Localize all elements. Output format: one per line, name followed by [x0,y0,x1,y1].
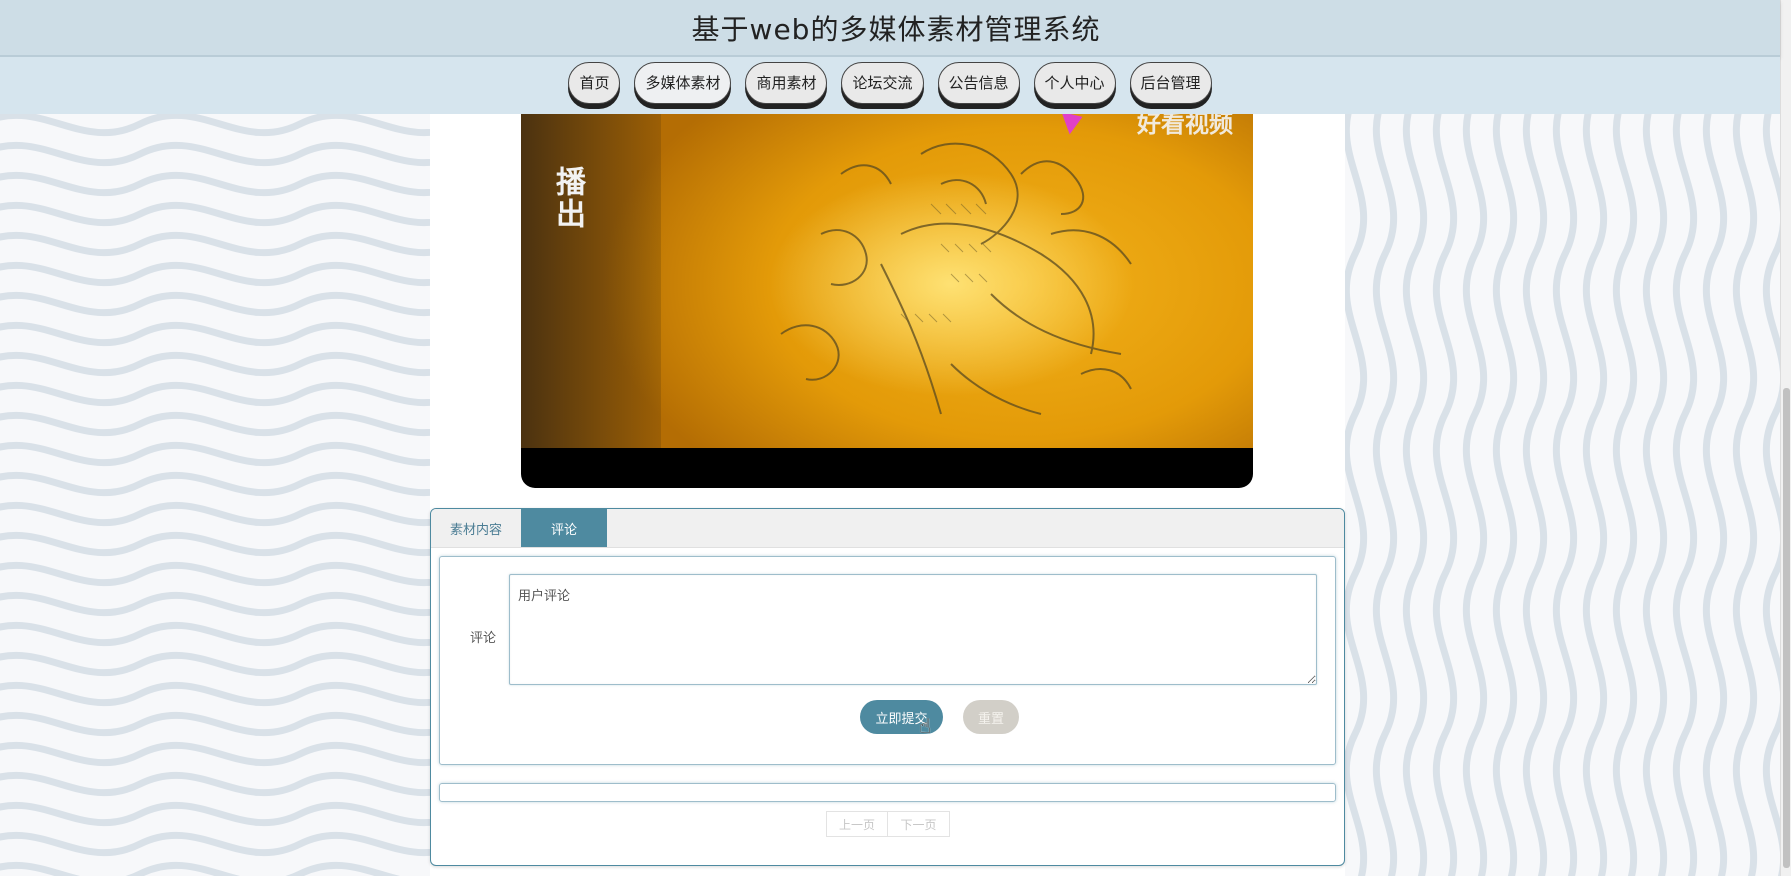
nav-item-profile[interactable]: 个人中心 [1033,61,1116,104]
submit-button[interactable]: 立即提交 [860,700,943,734]
video-caption: 播出 [550,166,585,230]
next-page-button[interactable]: 下一页 [888,811,950,837]
background-wave-left [0,114,430,876]
nav-item-admin[interactable]: 后台管理 [1129,61,1212,104]
page-scrollbar[interactable] [1780,0,1791,876]
tab-bar: 素材内容 评论 [431,509,1344,548]
tab-panel: 素材内容 评论 评论 立即提交 重置 ☝ 上一页 下一页 [430,508,1345,866]
nav-item-commercial[interactable]: 商用素材 [745,61,828,104]
scrollbar-thumb[interactable] [1783,388,1790,868]
prev-page-button[interactable]: 上一页 [826,811,888,837]
nav-item-home[interactable]: 首页 [568,61,621,104]
tab-comments[interactable]: 评论 [521,509,607,547]
main-content: 播出 好看视频 素材内容 评论 评论 立即提交 重置 ☝ 上一页 下一页 [430,114,1345,876]
reset-button[interactable]: 重置 [963,700,1019,734]
pagination: 上一页 下一页 [826,811,950,837]
nav-item-forum[interactable]: 论坛交流 [841,61,924,104]
site-title: 基于web的多媒体素材管理系统 [691,12,1101,46]
video-frame: 播出 好看视频 [521,114,1253,448]
engraving-illustration [780,142,1132,415]
main-nav: 首页 多媒体素材 商用素材 论坛交流 公告信息 个人中心 后台管理 [0,57,1780,114]
comment-label: 评论 [470,631,497,646]
comment-form: 评论 立即提交 重置 ☝ [439,556,1336,765]
video-player[interactable]: 播出 好看视频 [521,114,1253,488]
comment-input[interactable] [509,574,1317,685]
comment-list [439,783,1336,802]
tab-content[interactable]: 素材内容 [431,509,521,547]
nav-item-announcements[interactable]: 公告信息 [937,61,1020,104]
site-header: 基于web的多媒体素材管理系统 [0,0,1780,57]
nav-item-multimedia[interactable]: 多媒体素材 [634,61,732,104]
background-wave-right [1345,114,1780,876]
video-watermark: 好看视频 [1137,114,1233,138]
